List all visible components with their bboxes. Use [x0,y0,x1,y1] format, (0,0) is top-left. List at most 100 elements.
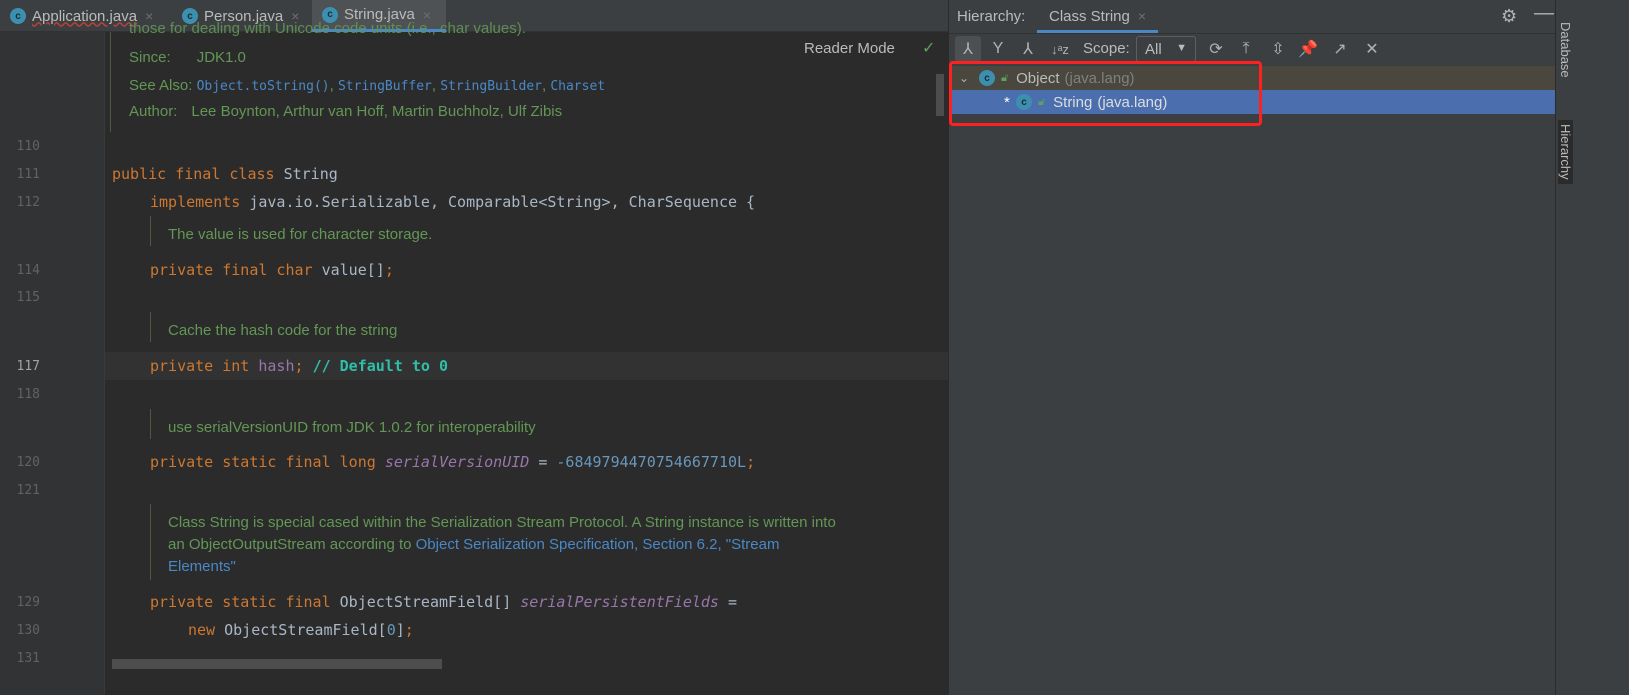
line-number: 110 [16,139,40,154]
doc-link[interactable]: Elements" [168,558,236,575]
code-line: private static final ObjectStreamField[]… [150,593,737,611]
code-token: hash [258,357,295,375]
doc-text: The value is used for character storage. [168,226,433,243]
class-hierarchy-icon[interactable]: ⅄ [1015,36,1041,62]
code-line: new ObjectStreamField[0]; [188,621,414,639]
code-line: private final char value[]; [150,261,394,279]
export-icon[interactable]: ↗ [1327,36,1353,62]
code-token: new [188,621,225,639]
see-label: See Also: [129,77,193,94]
doc-comment: Class String is special cased within the… [168,512,836,578]
line-number: 118 [16,387,40,402]
line-number: 111 [16,167,40,182]
hierarchy-tool-button[interactable]: Hierarchy [1558,120,1573,184]
link-object-tostring[interactable]: Object.toString() [197,79,330,94]
line-number: 120 [16,455,40,470]
link-stringbuilder[interactable]: StringBuilder [440,79,542,94]
code-line: private static final long serialVersionU… [150,453,755,471]
author-label: Author: [129,103,178,120]
code-token: value[] [321,261,385,279]
code-token: // Default to 0 [312,357,449,375]
code-token: ObjectStreamField[ [224,621,387,639]
line-number: 121 [16,483,40,498]
base-on-this-class-icon[interactable]: ⤒ [1233,36,1259,62]
line-number: 130 [16,623,40,638]
doc-text: those for dealing with Unicode code unit… [129,20,526,37]
class-icon: c [10,8,26,24]
doc-text: use serialVersionUID from JDK 1.0.2 for … [168,419,536,436]
close-panel-icon[interactable]: ✕ [1359,36,1385,62]
code-token: public final class [112,165,284,183]
doc-text: Class String is special cased within the… [168,514,836,531]
code-token: ObjectStreamField[] [339,593,521,611]
line-number: 117 [16,359,40,374]
gear-icon[interactable]: ⚙ [1501,6,1517,27]
database-tool-button[interactable]: Database [1558,22,1573,78]
scope-dropdown[interactable]: All ▼ [1136,36,1196,62]
line-number: 112 [16,195,40,210]
since-label: Since: [129,49,171,66]
code-token: String [283,165,338,183]
right-tool-strip: Database Hierarchy [1555,0,1629,695]
doc-bar [150,216,151,246]
code-token: = [718,593,738,611]
code-token: implements [150,193,250,211]
sort-alpha-icon[interactable]: ↓ᵃz [1047,36,1073,62]
code-token: = [529,453,557,471]
link-stringbuffer[interactable]: StringBuffer [338,79,432,94]
code-token: ] [395,621,405,639]
supertypes-hierarchy-icon[interactable]: ⅄ [955,36,981,62]
check-icon: ✓ [922,40,936,57]
code-token: java.io.Serializable, Comparable<String>… [249,193,756,211]
scope-label: Scope: [1083,40,1130,57]
code-line: implements java.io.Serializable, Compara… [150,193,755,211]
horizontal-scrollbar[interactable] [112,659,442,669]
pin-icon[interactable]: 📌 [1295,36,1321,62]
code-token: 0 [386,621,396,639]
code-token: serialVersionUID [384,453,530,471]
close-icon[interactable]: × [1138,8,1146,24]
code-token: ; [746,453,756,471]
reader-mode-toggle[interactable]: Reader Mode [804,40,895,57]
tab-class-string[interactable]: Class String × [1037,0,1159,33]
doc-comment: use serialVersionUID from JDK 1.0.2 for … [168,417,536,439]
minimize-icon[interactable]: — [1534,2,1554,25]
since-value: JDK1.0 [196,49,246,66]
doc-text: an ObjectOutputStream according to [168,536,416,553]
code-line: private int hash; // Default to 0 [150,357,448,375]
code-token: ; [384,261,394,279]
hierarchy-header: Hierarchy: Class String × ⚙ — [949,0,1555,34]
scope-value: All [1145,41,1162,58]
subtypes-hierarchy-icon[interactable]: Y [985,36,1011,62]
code-token: private int [150,357,259,375]
chevron-down-icon: ▼ [1176,42,1187,54]
code-token: ; [404,621,414,639]
tab-label: Class String [1049,8,1130,25]
author-value: Lee Boynton, Arthur van Hoff, Martin Buc… [191,103,563,120]
code-token: private static final [150,593,340,611]
doc-bar [150,504,151,580]
expand-all-icon[interactable]: ⇳ [1265,36,1291,62]
code-token: -6849794470754667710L [556,453,747,471]
code-token: serialPersistentFields [520,593,719,611]
doc-author: Author: Lee Boynton, Arthur van Hoff, Mar… [129,103,562,120]
doc-link[interactable]: Object Serialization Specification, Sect… [416,536,780,553]
hierarchy-label: Hierarchy: [957,8,1026,25]
doc-bar [150,409,151,439]
code-token: ; [294,357,313,375]
link-charset[interactable]: Charset [550,79,605,94]
doc-bar [150,312,151,342]
line-number: 115 [16,290,40,305]
doc-text: Cache the hash code for the string [168,322,398,339]
refresh-icon[interactable]: ⟳ [1203,36,1229,62]
doc-comment: Cache the hash code for the string [168,320,397,342]
doc-see-also: See Also: Object.toString(), StringBuffe… [129,77,606,94]
doc-comment: The value is used for character storage. [168,224,432,246]
vertical-scrollbar[interactable] [936,74,944,116]
code-line: public final class String [112,165,338,183]
tab-label: Application.java [32,7,138,25]
line-number: 131 [16,651,40,666]
line-number: 114 [16,263,40,278]
line-number: 129 [16,595,40,610]
doc-since: Since: JDK1.0 [129,49,246,66]
